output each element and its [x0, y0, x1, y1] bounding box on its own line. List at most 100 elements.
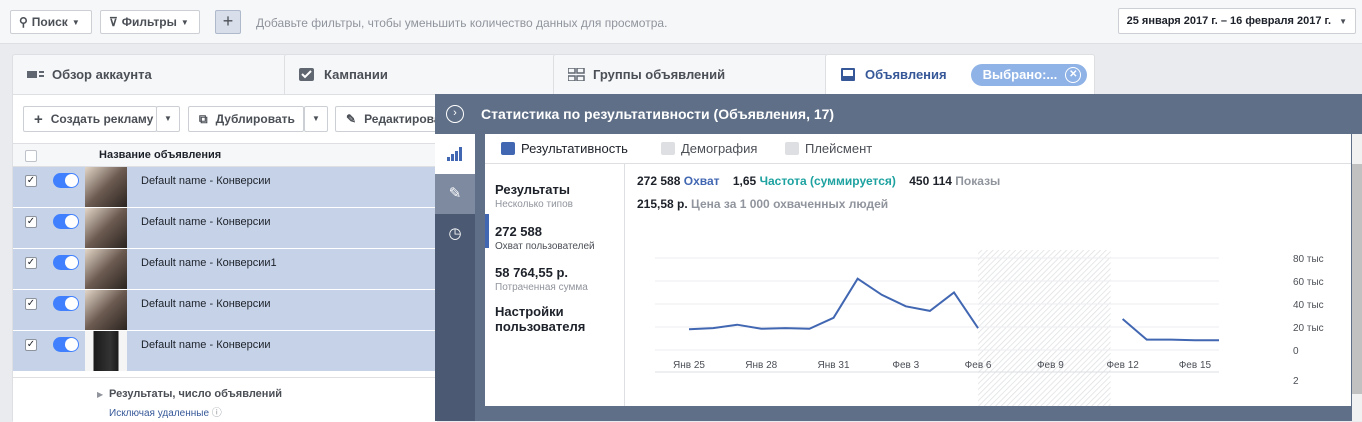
frequency-label[interactable]: Частота (суммируется) [760, 174, 896, 188]
search-icon: ⚲ [19, 15, 28, 29]
metric-label: Несколько типов [495, 199, 573, 210]
date-range-picker[interactable]: 25 января 2017 г. – 16 февраля 2017 г. ▼ [1117, 8, 1356, 34]
metric-reach[interactable]: 272 588 Охват пользователей [495, 224, 595, 252]
x-tick-label: Янв 31 [818, 360, 850, 371]
ad-toggle[interactable] [53, 173, 79, 188]
metric-value: Настройки пользователя [495, 304, 586, 334]
row-checkbox[interactable]: ✓ [25, 175, 37, 187]
add-filter-button[interactable]: + [215, 10, 241, 34]
chevron-down-icon: ▼ [71, 17, 80, 27]
metric-results[interactable]: Результаты Несколько типов [495, 182, 573, 210]
reach-label[interactable]: Охват [684, 174, 720, 188]
info-icon[interactable]: ⓘ [212, 408, 222, 419]
row-checkbox[interactable]: ✓ [25, 216, 37, 228]
metric-value: 58 764,55 р. [495, 265, 568, 280]
create-ad-label: Создать рекламу [50, 112, 154, 126]
tab-performance[interactable]: Результативность [501, 141, 628, 156]
y-tick-label: 0 [1293, 346, 1299, 357]
ads-table-pane: + Создать рекламу ▼ ⧉ Дублировать ▼ ✎ Ре… [12, 94, 437, 422]
close-icon[interactable]: ✕ [1065, 66, 1082, 83]
table-row[interactable]: ✓ Default name - Конверсии1 [13, 249, 437, 290]
history-clock-icon[interactable]: ◷ [435, 214, 475, 254]
edit-label: Редактировать [364, 112, 436, 126]
ad-name[interactable]: Default name - Конверсии [141, 216, 271, 228]
ad-toggle[interactable] [53, 214, 79, 229]
pencil-icon: ✎ [346, 112, 357, 126]
ad-thumbnail [85, 290, 127, 330]
create-ad-button[interactable]: + Создать рекламу [23, 106, 157, 132]
subtab-label: Результативность [521, 141, 628, 156]
impressions-label[interactable]: Показы [955, 174, 1000, 188]
tab-account-overview[interactable]: Обзор аккаунта [12, 54, 287, 94]
filter-icon: ⊽ [109, 15, 118, 29]
ad-toggle[interactable] [53, 337, 79, 352]
metric-custom-settings[interactable]: Настройки пользователя [495, 304, 615, 334]
chevron-down-icon: ▼ [180, 17, 189, 27]
table-summary-row: ▶ Результаты, число объявлений Исключая … [13, 377, 437, 422]
panel-scrollbar[interactable] [1352, 134, 1362, 421]
ad-name[interactable]: Default name - Конверсии1 [141, 257, 277, 269]
duplicate-dropdown[interactable]: ▼ [304, 106, 328, 132]
metric-label: Охват пользователей [495, 241, 595, 252]
table-toolbar: + Создать рекламу ▼ ⧉ Дублировать ▼ ✎ Ре… [13, 95, 437, 143]
checkbox-icon [299, 68, 314, 81]
no-data-region [978, 250, 1111, 406]
plus-icon: + [34, 110, 43, 128]
ad-thumbnail [85, 208, 127, 248]
stats-line-1: 272 588 Охват 1,65 Частота (суммируется)… [637, 174, 1000, 188]
panel-subtabs: Результативность Демография Плейсмент [485, 134, 1351, 164]
ad-toggle[interactable] [53, 255, 79, 270]
table-header: Название объявления [13, 143, 437, 167]
select-all-checkbox[interactable] [25, 150, 37, 162]
search-button[interactable]: ⚲ Поиск ▼ [10, 10, 92, 34]
collapse-panel-icon[interactable]: › [446, 105, 464, 123]
filters-button[interactable]: ⊽ Фильтры ▼ [100, 10, 200, 34]
ad-name[interactable]: Default name - Конверсии [141, 298, 271, 310]
table-row[interactable]: ✓ Default name - Конверсии [13, 290, 437, 331]
x-tick-label: Янв 28 [745, 360, 777, 371]
row-checkbox[interactable]: ✓ [25, 339, 37, 351]
chevron-down-icon: ▼ [1339, 16, 1347, 26]
tab-placement[interactable]: Плейсмент [785, 141, 872, 156]
tab-label: Обзор аккаунта [52, 67, 152, 82]
table-row[interactable]: ✓ Default name - Конверсии [13, 331, 437, 372]
duplicate-button[interactable]: ⧉ Дублировать [188, 106, 304, 132]
reach-value: 272 588 [637, 174, 681, 188]
subtab-label: Демография [681, 141, 758, 156]
tab-ad-sets[interactable]: Группы объявлений [553, 54, 828, 94]
filter-hint: Добавьте фильтры, чтобы уменьшить количе… [256, 16, 668, 30]
column-header-name[interactable]: Название объявления [99, 149, 221, 161]
date-range-label: 25 января 2017 г. – 16 февраля 2017 г. [1126, 15, 1332, 27]
tab-demographics[interactable]: Демография [661, 141, 757, 156]
reach-series-line [1121, 318, 1219, 342]
subtab-label: Плейсмент [805, 141, 873, 156]
filters-label: Фильтры [121, 15, 177, 29]
tab-label: Объявления [865, 67, 947, 82]
metric-spend[interactable]: 58 764,55 р. Потраченная сумма [495, 265, 588, 293]
row-checkbox[interactable]: ✓ [25, 298, 37, 310]
duplicate-icon: ⧉ [199, 111, 208, 126]
row-checkbox[interactable]: ✓ [25, 257, 37, 269]
ad-toggle[interactable] [53, 296, 79, 311]
metrics-column: Результаты Несколько типов 272 588 Охват… [485, 164, 625, 406]
edit-button[interactable]: ✎ Редактировать [335, 106, 437, 132]
expand-arrow-icon[interactable]: ▶ [97, 390, 103, 399]
table-row[interactable]: ✓ Default name - Конверсии [13, 208, 437, 249]
tab-campaigns[interactable]: Кампании [284, 54, 556, 94]
performance-nav-icon[interactable] [435, 134, 475, 174]
summary-subtitle: Исключая удаленные ⓘ [109, 404, 222, 419]
create-ad-dropdown[interactable]: ▼ [156, 106, 180, 132]
bar-chart-icon [447, 147, 462, 161]
impressions-value: 450 114 [909, 174, 952, 188]
selected-filter-pill[interactable]: Выбрано:... ✕ [970, 63, 1088, 86]
y-tick-label: 20 тыс [1293, 323, 1324, 334]
tab-ads[interactable]: Объявления Выбрано:... ✕ [825, 54, 1095, 94]
scrollbar-thumb[interactable] [1352, 164, 1362, 394]
account-overview-icon [27, 71, 44, 78]
level-tabs: Обзор аккаунта Кампании Группы объявлени… [0, 44, 1362, 94]
edit-nav-icon[interactable]: ✎ [435, 174, 475, 214]
ad-name[interactable]: Default name - Конверсии [141, 339, 271, 351]
search-label: Поиск [31, 15, 68, 29]
ad-name[interactable]: Default name - Конверсии [141, 175, 271, 187]
table-row[interactable]: ✓ Default name - Конверсии [13, 167, 437, 208]
